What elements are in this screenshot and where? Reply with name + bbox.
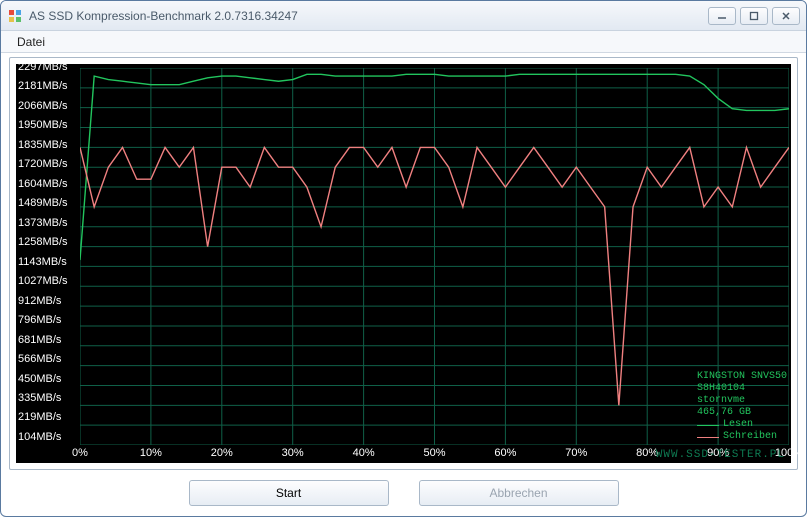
x-tick-label: 10% — [140, 447, 162, 459]
y-tick-label: 566MB/s — [18, 354, 61, 365]
legend-read-row: Lesen — [697, 419, 787, 431]
x-tick-label: 40% — [353, 447, 375, 459]
series-lesen — [80, 74, 789, 260]
y-tick-label: 2181MB/s — [18, 81, 68, 92]
menu-file[interactable]: Datei — [9, 33, 53, 51]
app-icon — [7, 8, 23, 24]
y-axis-labels: 2297MB/s 2181MB/s 2066MB/s 1950MB/s 1835MB/s… — [18, 64, 80, 445]
y-tick-label: 450MB/s — [18, 374, 61, 385]
legend-write-row: Schreiben — [697, 431, 787, 443]
y-tick-label: 335MB/s — [18, 393, 61, 404]
minimize-button[interactable] — [708, 7, 736, 25]
series-schreiben — [80, 147, 789, 405]
y-tick-label: 219MB/s — [18, 412, 61, 423]
y-tick-label: 2066MB/s — [18, 101, 68, 112]
legend-read-label: Lesen — [723, 419, 753, 431]
y-tick-label: 1027MB/s — [18, 276, 68, 287]
y-tick-label: 1835MB/s — [18, 140, 68, 151]
x-tick-label: 0% — [72, 447, 88, 459]
cancel-button[interactable]: Abbrechen — [419, 480, 619, 506]
y-tick-label: 1950MB/s — [18, 120, 68, 131]
y-tick-label: 1720MB/s — [18, 159, 68, 170]
chart: 2297MB/s 2181MB/s 2066MB/s 1950MB/s 1835MB/s… — [16, 64, 791, 463]
window-controls — [708, 7, 800, 25]
watermark: WWW.SSD-TESTER.PL — [656, 449, 785, 461]
content-area: 2297MB/s 2181MB/s 2066MB/s 1950MB/s 1835MB/s… — [1, 53, 806, 516]
legend-driver: stornvme — [697, 395, 787, 407]
window-title: AS SSD Kompression-Benchmark 2.0.7316.34… — [29, 9, 708, 23]
x-tick-label: 70% — [565, 447, 587, 459]
x-tick-label: 50% — [423, 447, 445, 459]
y-tick-label: 1143MB/s — [18, 257, 67, 268]
y-tick-label: 2297MB/s — [18, 62, 68, 73]
chart-lines — [80, 68, 789, 445]
x-tick-label: 60% — [494, 447, 516, 459]
menubar: Datei — [1, 31, 806, 53]
legend-model: KINGSTON SNVS50 — [697, 371, 787, 383]
y-tick-label: 681MB/s — [18, 335, 61, 346]
app-window: AS SSD Kompression-Benchmark 2.0.7316.34… — [0, 0, 807, 517]
y-tick-label: 1373MB/s — [18, 218, 68, 229]
close-button[interactable] — [772, 7, 800, 25]
maximize-button[interactable] — [740, 7, 768, 25]
y-tick-label: 104MB/s — [18, 432, 61, 443]
legend-write-swatch — [697, 437, 719, 438]
legend-write-label: Schreiben — [723, 431, 777, 443]
legend-capacity: 465,76 GB — [697, 407, 787, 419]
y-tick-label: 1258MB/s — [18, 237, 68, 248]
titlebar: AS SSD Kompression-Benchmark 2.0.7316.34… — [1, 1, 806, 31]
legend: KINGSTON SNVS50 S8H40104 stornvme 465,76… — [697, 371, 787, 443]
legend-serial: S8H40104 — [697, 383, 787, 395]
start-button[interactable]: Start — [189, 480, 389, 506]
button-row: Start Abbrechen — [9, 470, 798, 510]
chart-frame: 2297MB/s 2181MB/s 2066MB/s 1950MB/s 1835MB/s… — [9, 57, 798, 470]
y-tick-label: 1604MB/s — [18, 179, 68, 190]
plot-area — [80, 68, 789, 445]
x-tick-label: 20% — [211, 447, 233, 459]
legend-read-swatch — [697, 425, 719, 426]
y-tick-label: 1489MB/s — [18, 198, 68, 209]
y-tick-label: 796MB/s — [18, 315, 61, 326]
x-tick-label: 30% — [282, 447, 304, 459]
y-tick-label: 912MB/s — [18, 296, 61, 307]
